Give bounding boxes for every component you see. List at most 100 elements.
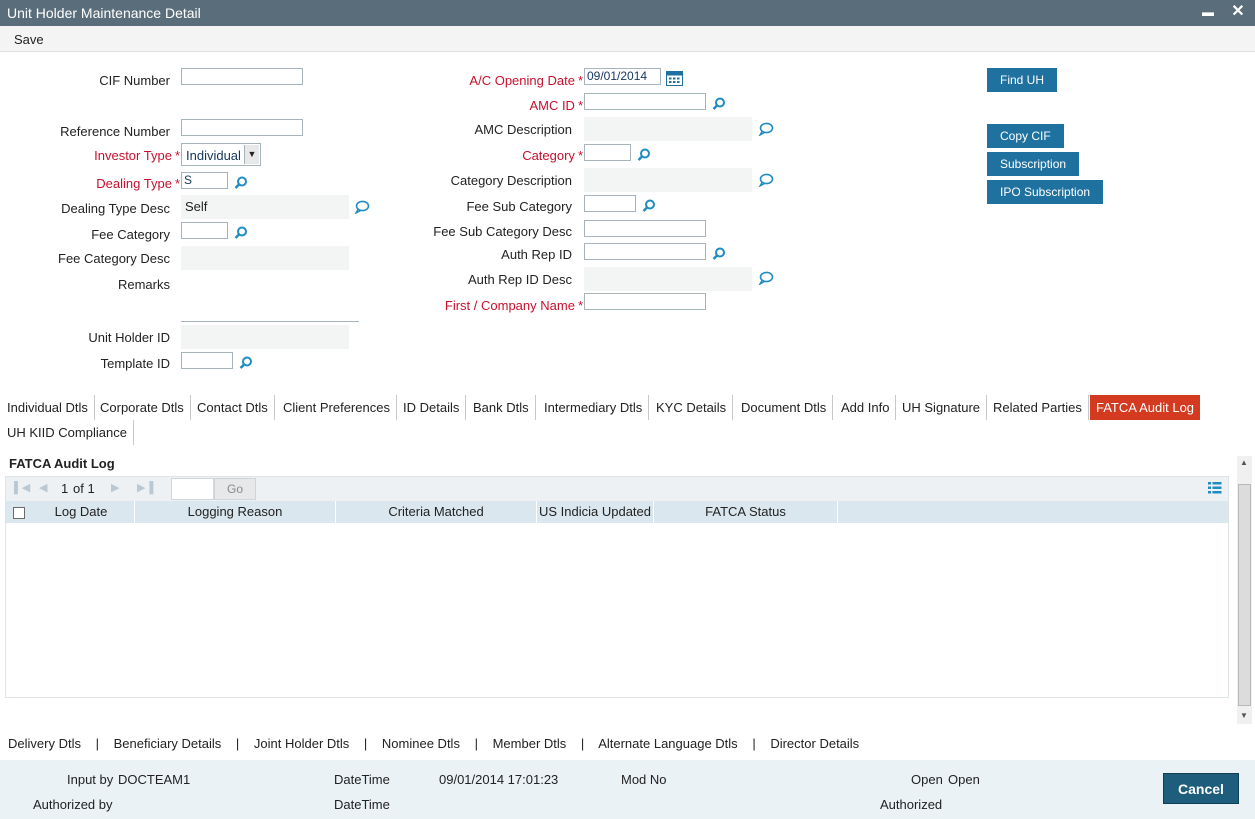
ipo-subscription-button[interactable]: IPO Subscription (987, 180, 1104, 204)
first-page-icon[interactable]: ▌◀ (14, 481, 30, 494)
grid-toolbar: ▌◀ ◀ 1 of 1 ▶ ▶▐ Go (6, 477, 1228, 501)
auth-rep-id-input[interactable] (584, 243, 706, 260)
open-label: Open (911, 772, 943, 787)
search-icon[interactable] (712, 247, 726, 261)
comment-icon[interactable] (758, 271, 774, 285)
grid-header: Log Date Logging Reason Criteria Matched… (6, 501, 1228, 523)
dealing-type-label-text: Dealing Type (96, 176, 172, 191)
required-marker: * (174, 176, 180, 191)
dealing-type-desc-label: Dealing Type Desc (61, 201, 170, 216)
tab-corporate-dtls[interactable]: Corporate Dtls (94, 395, 191, 420)
remarks-textarea[interactable] (181, 272, 359, 322)
fee-sub-category-input[interactable] (584, 195, 636, 212)
ac-opening-date-label: A/C Opening Date * (380, 73, 583, 88)
dealing-type-input[interactable]: S (181, 172, 228, 189)
calendar-icon[interactable] (666, 71, 683, 86)
tab-intermediary-dtls[interactable]: Intermediary Dtls (538, 395, 650, 420)
column-header[interactable]: US Indicia Updated (537, 501, 654, 523)
tab-contact-dtls[interactable]: Contact Dtls (191, 395, 275, 420)
scroll-up-icon[interactable]: ▲ (1240, 458, 1248, 467)
close-icon[interactable]: ✕ (1228, 0, 1248, 26)
first-company-name-input[interactable] (584, 293, 706, 310)
column-header[interactable]: Log Date (28, 501, 135, 523)
audit-log-grid: ▌◀ ◀ 1 of 1 ▶ ▶▐ Go Log Date Logging Rea… (5, 476, 1229, 698)
tab-kyc-details[interactable]: KYC Details (650, 395, 734, 420)
tab-uh-kiid-compliance[interactable]: UH KIID Compliance (1, 420, 134, 445)
vertical-scrollbar[interactable]: ▲ ▼ (1237, 456, 1252, 724)
comment-icon[interactable] (758, 173, 774, 187)
comment-icon[interactable] (758, 122, 774, 136)
tab-add-info[interactable]: Add Info (835, 395, 897, 420)
nominee-dtls-link[interactable]: Nominee Dtls (382, 736, 460, 751)
page-input[interactable] (171, 478, 214, 500)
separator: | (752, 736, 756, 751)
separator: | (95, 736, 99, 751)
go-button[interactable]: Go (214, 478, 256, 500)
save-menu-item[interactable]: Save (14, 32, 44, 47)
required-marker: * (577, 298, 583, 313)
select-all-checkbox[interactable] (13, 507, 25, 519)
authorized-label: Authorized (880, 797, 943, 812)
tab-uh-signature[interactable]: UH Signature (896, 395, 988, 420)
amc-id-input[interactable] (584, 93, 706, 110)
fee-category-desc-field (181, 246, 349, 270)
reference-number-input[interactable] (181, 119, 303, 136)
search-icon[interactable] (642, 199, 656, 213)
search-icon[interactable] (712, 97, 726, 111)
copy-cif-button[interactable]: Copy CIF (987, 124, 1064, 148)
tab-id-details[interactable]: ID Details (397, 395, 467, 420)
separator: | (235, 736, 240, 751)
search-icon[interactable] (234, 226, 248, 240)
cif-number-input[interactable] (181, 68, 303, 85)
template-id-input[interactable] (181, 352, 233, 369)
amc-id-label: AMC ID * (380, 98, 583, 113)
column-header[interactable]: Criteria Matched (336, 501, 537, 523)
tab-bank-dtls[interactable]: Bank Dtls (467, 395, 536, 420)
tab-client-preferences[interactable]: Client Preferences (277, 395, 397, 420)
minimize-icon[interactable]: ▬ (1198, 0, 1218, 26)
search-icon[interactable] (234, 176, 248, 190)
required-marker: * (577, 98, 583, 113)
scroll-down-icon[interactable]: ▼ (1240, 711, 1248, 720)
fee-category-input[interactable] (181, 222, 228, 239)
last-page-icon[interactable]: ▶▐ (137, 481, 153, 494)
cancel-button[interactable]: Cancel (1163, 773, 1239, 804)
separator: | (474, 736, 478, 751)
search-icon[interactable] (239, 356, 253, 370)
column-header[interactable]: FATCA Status (654, 501, 838, 523)
cif-number-label: CIF Number (99, 73, 170, 88)
next-page-icon[interactable]: ▶ (111, 481, 119, 494)
previous-page-icon[interactable]: ◀ (39, 481, 47, 494)
investor-type-select[interactable]: Individual ▼ (181, 143, 261, 166)
delivery-dtls-link[interactable]: Delivery Dtls (8, 736, 81, 751)
tab-fatca-audit-log[interactable]: FATCA Audit Log (1090, 395, 1201, 420)
scrollbar-thumb[interactable] (1238, 484, 1251, 706)
find-uh-button[interactable]: Find UH (987, 68, 1058, 92)
required-marker: * (577, 148, 583, 163)
director-details-link[interactable]: Director Details (770, 736, 859, 751)
member-dtls-link[interactable]: Member Dtls (493, 736, 567, 751)
remarks-label: Remarks (117, 277, 170, 292)
template-id-label: Template ID (100, 356, 170, 371)
joint-holder-dtls-link[interactable]: Joint Holder Dtls (254, 736, 349, 751)
chevron-down-icon[interactable]: ▼ (244, 145, 259, 164)
amc-id-label-text: AMC ID (529, 98, 575, 113)
tab-individual-dtls[interactable]: Individual Dtls (1, 395, 95, 420)
subscription-button[interactable]: Subscription (987, 152, 1080, 176)
category-input[interactable] (584, 144, 631, 161)
datetime-value: 09/01/2014 17:01:23 (439, 772, 559, 787)
beneficiary-details-link[interactable]: Beneficiary Details (114, 736, 222, 751)
category-label-text: Category (522, 148, 575, 163)
alternate-language-dtls-link[interactable]: Alternate Language Dtls (598, 736, 737, 751)
fee-sub-category-desc-input[interactable] (584, 220, 706, 237)
comment-icon[interactable] (354, 200, 370, 214)
column-header[interactable]: Logging Reason (135, 501, 336, 523)
dealing-type-desc-field: Self (181, 195, 349, 219)
fee-category-desc-label: Fee Category Desc (58, 251, 170, 266)
tab-related-parties[interactable]: Related Parties (987, 395, 1089, 420)
investor-type-label: Investor Type * (20, 148, 180, 163)
tab-document-dtls[interactable]: Document Dtls (735, 395, 834, 420)
list-icon[interactable] (1208, 481, 1222, 495)
ac-opening-date-input[interactable]: 09/01/2014 (584, 68, 661, 85)
search-icon[interactable] (637, 148, 651, 162)
